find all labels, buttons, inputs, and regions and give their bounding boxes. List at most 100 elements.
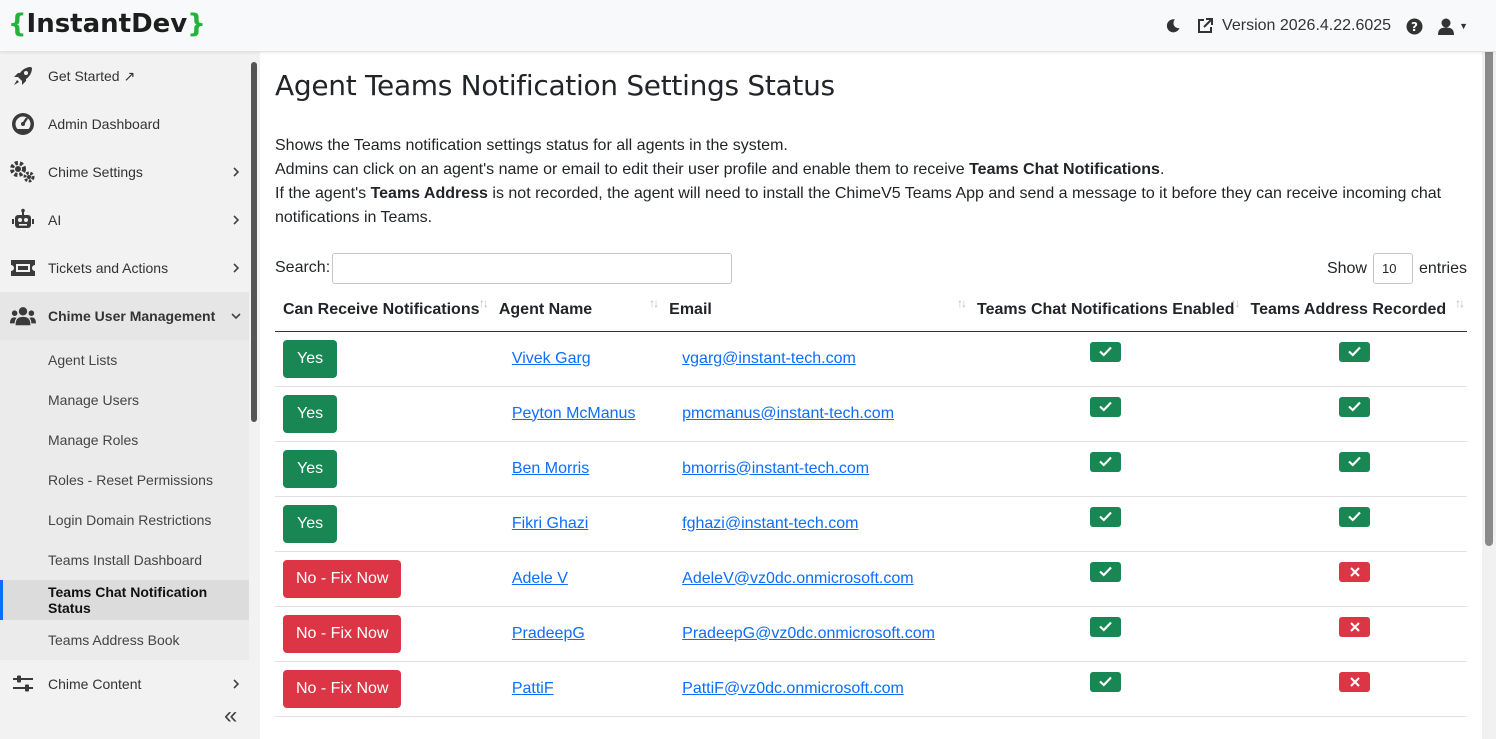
version-link[interactable]: Version 2026.4.22.6025 (1196, 17, 1391, 35)
column-header-agent-name[interactable]: Agent Name ↑↓ (490, 290, 662, 332)
rocket-icon (10, 63, 36, 89)
cell-email: AdeleV@vz0dc.onmicrosoft.com (661, 551, 969, 607)
sidebar-subitem-agent-lists[interactable]: Agent Lists (0, 340, 249, 380)
sort-icon: ↑↓ (478, 296, 489, 310)
column-header-chat-enabled[interactable]: Teams Chat Notifications Enabled ↑↓ (969, 290, 1243, 332)
cell-can-receive: Yes (275, 386, 491, 442)
fix-now-button[interactable]: No - Fix Now (283, 614, 402, 653)
logo-text: InstantDev (26, 9, 188, 39)
cell-chat-enabled (969, 496, 1243, 552)
external-link-icon (1196, 17, 1214, 35)
logo-brace-close: } (187, 9, 206, 39)
sidebar-subitem-manage-roles[interactable]: Manage Roles (0, 420, 249, 460)
sidebar-subitem-teams-install[interactable]: Teams Install Dashboard (0, 540, 249, 580)
collapse-sidebar-button[interactable]: « (224, 702, 237, 730)
moon-icon[interactable] (1164, 17, 1182, 35)
agent-name-link[interactable]: Peyton McManus (512, 405, 636, 422)
page-length-control: Show 10 entries (1327, 253, 1467, 284)
column-header-label: Agent Name (498, 301, 593, 319)
app-logo[interactable]: {InstantDev} (8, 9, 206, 39)
sidebar-subitem-manage-users[interactable]: Manage Users (0, 380, 249, 420)
desc-bold: Teams Chat Notifications (969, 161, 1160, 178)
column-header-email[interactable]: Email ↑↓ (661, 290, 969, 332)
sidebar-item-ai[interactable]: AI (0, 196, 249, 244)
sidebar-item-chime-user-management[interactable]: Chime User Management (0, 292, 249, 340)
sidebar-item-tickets[interactable]: Tickets and Actions (0, 244, 249, 292)
status-yes-button[interactable]: Yes (283, 504, 338, 543)
fix-now-button[interactable]: No - Fix Now (283, 559, 402, 598)
agent-email-link[interactable]: fghazi@instant-tech.com (682, 515, 858, 532)
sort-icon: ↑↓ (957, 296, 967, 310)
sidebar-scrollbar-thumb[interactable] (251, 62, 257, 422)
agent-name-link[interactable]: PradeepG (512, 625, 585, 642)
table-row: Yes Vivek Garg vgarg@instant-tech.com (275, 331, 1467, 387)
column-header-can-receive[interactable]: Can Receive Notifications ↑↓ (275, 290, 491, 332)
chevron-right-icon (233, 215, 240, 225)
robot-icon (10, 207, 36, 233)
x-icon (1339, 671, 1371, 692)
cell-email: fghazi@instant-tech.com (661, 496, 969, 552)
agent-email-link[interactable]: PradeepG@vz0dc.onmicrosoft.com (682, 625, 935, 642)
cell-chat-enabled (969, 441, 1243, 497)
status-yes-button[interactable]: Yes (283, 339, 338, 378)
chevron-right-icon (233, 167, 240, 177)
agent-name-link[interactable]: PattiF (512, 680, 554, 697)
cell-address-recorded (1242, 496, 1467, 552)
cell-chat-enabled (969, 386, 1243, 442)
page-title: Agent Teams Notification Settings Status (275, 69, 835, 102)
sort-icon: ↑↓ (1455, 296, 1465, 310)
status-yes-button[interactable]: Yes (283, 394, 338, 433)
sidebar-item-chime-content[interactable]: Chime Content (0, 660, 249, 708)
agent-email-link[interactable]: PattiF@vz0dc.onmicrosoft.com (682, 680, 904, 697)
agent-email-link[interactable]: AdeleV@vz0dc.onmicrosoft.com (682, 570, 913, 587)
chevron-down-icon (231, 313, 241, 320)
version-text: Version 2026.4.22.6025 (1222, 17, 1392, 34)
sidebar-subitem-login-domain[interactable]: Login Domain Restrictions (0, 500, 249, 540)
cell-agent-name: Fikri Ghazi (490, 496, 662, 552)
user-icon (1437, 17, 1455, 35)
sidebar-item-label: Chime Content (48, 676, 142, 692)
cell-address-recorded (1242, 441, 1467, 497)
x-icon (1339, 561, 1371, 582)
column-header-label: Teams Address Recorded (1250, 301, 1447, 319)
sidebar-subitem-roles-reset[interactable]: Roles - Reset Permissions (0, 460, 249, 500)
cell-can-receive: Yes (275, 331, 491, 387)
notification-status-table: Can Receive Notifications ↑↓ Agent Name ↑↓… (275, 290, 1467, 717)
table-header-row: Can Receive Notifications ↑↓ Agent Name ↑↓… (275, 290, 1467, 332)
sidebar-item-admin-dashboard[interactable]: Admin Dashboard (0, 100, 249, 148)
sidebar-item-label: Get Started ↗ (48, 67, 136, 84)
status-yes-button[interactable]: Yes (283, 449, 338, 488)
sort-icon: ↑↓ (1230, 296, 1241, 310)
page-length-select[interactable]: 10 (1372, 253, 1413, 284)
sidebar-subitem-teams-address-book[interactable]: Teams Address Book (0, 620, 249, 660)
sidebar-item-label: AI (48, 212, 62, 228)
cell-address-recorded (1242, 661, 1467, 717)
check-icon (1339, 451, 1371, 472)
sidebar-subitem-teams-chat-notification-status[interactable]: Teams Chat Notification Status (0, 580, 249, 620)
cell-chat-enabled (969, 331, 1243, 387)
cell-address-recorded (1242, 386, 1467, 442)
cell-chat-enabled (969, 661, 1243, 717)
sidebar-item-chime-settings[interactable]: Chime Settings (0, 148, 249, 196)
agent-email-link[interactable]: vgarg@instant-tech.com (682, 350, 856, 367)
agent-email-link[interactable]: pmcmanus@instant-tech.com (682, 405, 894, 422)
agent-email-link[interactable]: bmorris@instant-tech.com (682, 460, 869, 477)
fix-now-button[interactable]: No - Fix Now (283, 669, 402, 708)
help-icon[interactable]: ? (1405, 17, 1423, 35)
user-menu[interactable]: ▼ (1437, 17, 1468, 35)
main-content: Agent Teams Notification Settings Status… (260, 52, 1482, 739)
agent-name-link[interactable]: Fikri Ghazi (512, 515, 588, 532)
desc-line-3: If the agent's Teams Address is not reco… (275, 182, 1465, 230)
sidebar-item-get-started[interactable]: Get Started ↗ (0, 52, 249, 100)
search-input[interactable] (332, 253, 732, 284)
page-scrollbar-thumb[interactable] (1485, 15, 1493, 546)
gears-icon (10, 159, 36, 185)
table-row: Yes Fikri Ghazi fghazi@instant-tech.com (275, 496, 1467, 552)
column-header-address-recorded[interactable]: Teams Address Recorded ↑↓ (1242, 290, 1467, 332)
agent-name-link[interactable]: Vivek Garg (512, 350, 591, 367)
cell-address-recorded (1242, 331, 1467, 387)
agent-name-link[interactable]: Ben Morris (512, 460, 589, 477)
cell-agent-name: PradeepG (490, 606, 662, 662)
agent-name-link[interactable]: Adele V (512, 570, 568, 587)
check-icon (1339, 396, 1371, 417)
